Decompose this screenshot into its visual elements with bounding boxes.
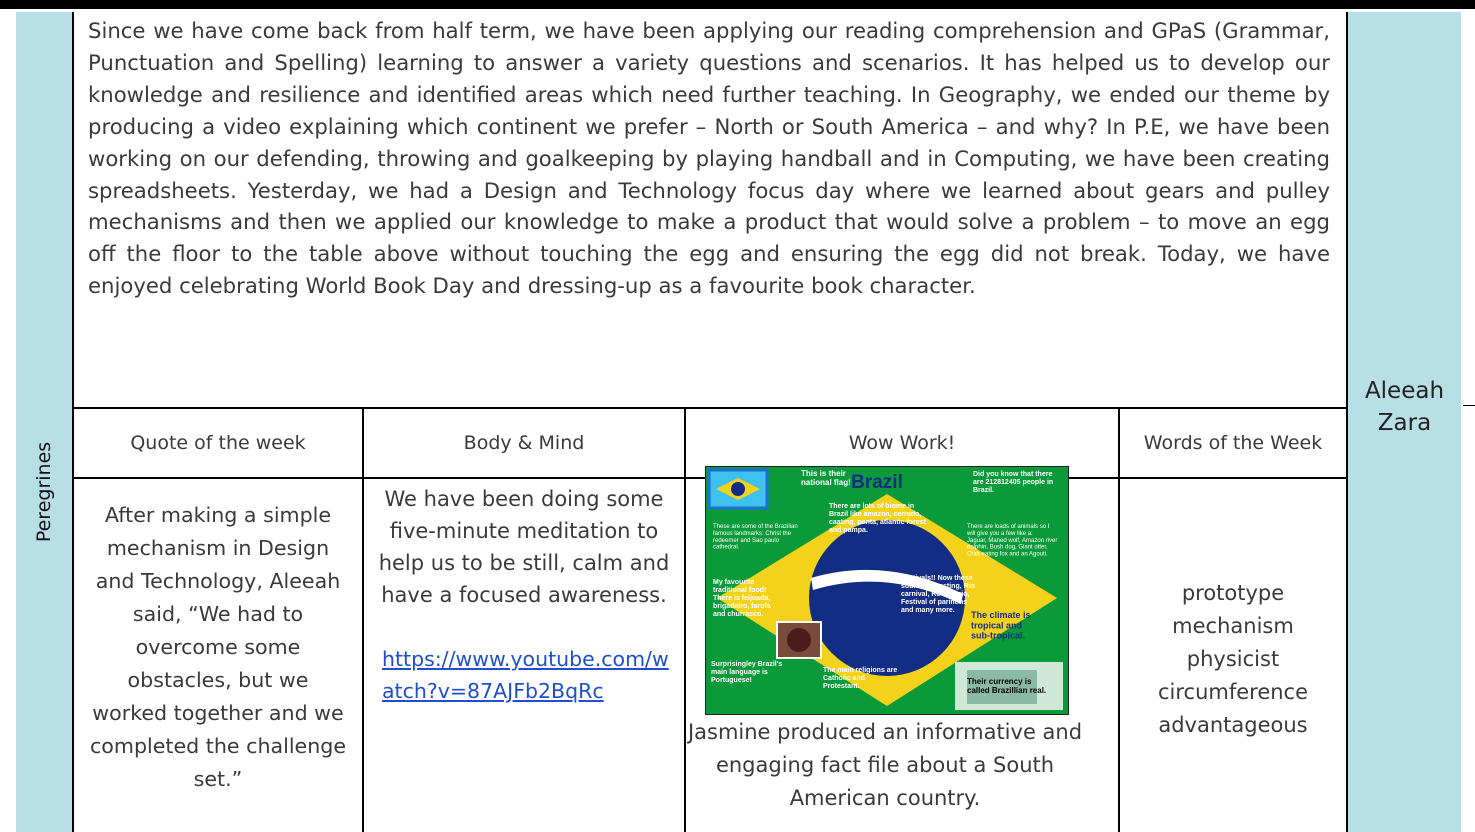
name-2: Zara [1377, 410, 1432, 436]
class-summary-text: Since we have come back from half term, … [74, 12, 1346, 407]
word-of-week-item: circumference [1157, 680, 1309, 704]
edge-mark [1463, 405, 1475, 406]
brazil-fact-file-image: Brazil This is their national flag! Did y… [705, 466, 1069, 715]
class-name: Peregrines [33, 441, 55, 543]
words-of-week-cell: prototype mechanism physicist circumference… [1120, 479, 1346, 832]
poster-title: Brazil [851, 472, 903, 493]
header-words-of-week: Words of the Week [1120, 409, 1346, 477]
words-list: prototype mechanism physicist circumference… [1120, 577, 1346, 742]
poster-climate: The climate is tropical and sub-tropical. [971, 610, 1031, 641]
top-border [0, 0, 1475, 9]
header-quote: Quote of the week [74, 409, 362, 477]
word-of-week-item: physicist [1186, 647, 1280, 671]
header-body-mind: Body & Mind [364, 409, 684, 477]
poster-animals: There are loads of animals so Iwill give… [966, 524, 1057, 558]
name-1: Aleeah [1364, 378, 1445, 404]
word-of-week-item: advantageous [1158, 713, 1308, 737]
header-body-mind-label: Body & Mind [463, 431, 585, 454]
quote-text: After making a simple mechanism in Desig… [89, 503, 347, 791]
quote-cell: After making a simple mechanism in Desig… [74, 479, 362, 832]
header-quote-label: Quote of the week [130, 431, 306, 454]
word-of-week-item: prototype [1181, 581, 1285, 605]
meditation-video-link[interactable]: https://www.youtube.com/watch?v=87AJFb2B… [376, 643, 672, 707]
names-cell: Aleeah Zara [1348, 12, 1461, 832]
header-words-label: Words of the Week [1143, 431, 1323, 454]
poster-flag-note: This is their national flag! [801, 469, 851, 487]
body-mind-text: We have been doing some five-minute medi… [378, 487, 670, 607]
word-of-week-item: mechanism [1172, 614, 1294, 638]
body-mind-cell: We have been doing some five-minute medi… [364, 479, 684, 832]
header-wow-label: Wow Work! [848, 431, 956, 454]
class-name-cell: Peregrines [16, 12, 72, 832]
wow-work-caption: Jasmine produced an informative and enga… [687, 720, 1083, 810]
